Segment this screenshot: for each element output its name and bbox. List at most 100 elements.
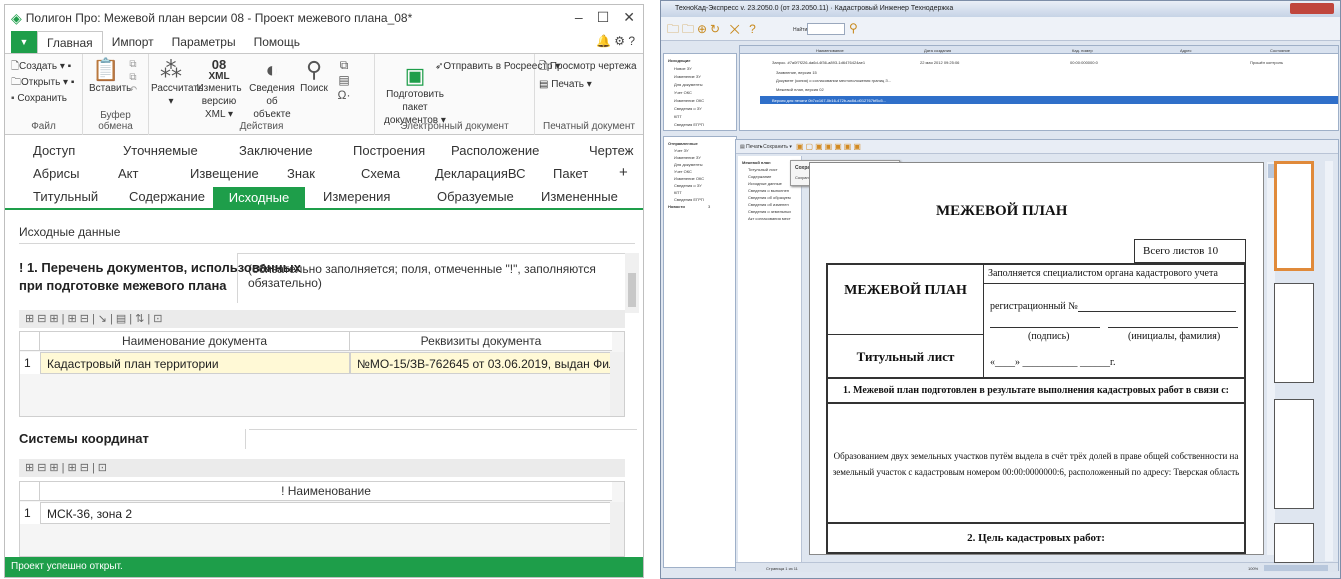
- tab-access[interactable]: Доступ: [33, 143, 75, 158]
- tree-item[interactable]: Сведения о земельных: [748, 209, 791, 214]
- viewer-icons[interactable]: ▣▢▣▣▣▣▣: [796, 142, 863, 151]
- tab-sign[interactable]: Знак: [287, 166, 315, 181]
- search-button[interactable]: ⚲ Поиск: [299, 58, 329, 95]
- tab-formed[interactable]: Образуемые: [437, 189, 514, 204]
- tab-constructions[interactable]: Построения: [353, 143, 425, 158]
- menu-params[interactable]: Параметры: [163, 31, 245, 53]
- coords-grid-toolbar[interactable]: ⊞⊟⊞|⊞⊟|⊡: [19, 459, 625, 477]
- open-folder-icon: 🗀: [11, 77, 21, 88]
- tab-drawing[interactable]: Чертеж: [589, 143, 633, 158]
- object-info-button[interactable]: ◐ Сведения об объекте: [247, 58, 297, 121]
- tab-conclusion[interactable]: Заключение: [239, 143, 313, 158]
- tree-item[interactable]: Исходные данные: [748, 181, 782, 186]
- preview-drawing-button[interactable]: 🗋 Просмотр чертежа: [539, 60, 637, 73]
- menu-help[interactable]: Помощь: [245, 31, 309, 53]
- page-thumbnail-3[interactable]: [1274, 399, 1314, 509]
- save-button[interactable]: ▪ Сохранить ▾: [760, 144, 792, 150]
- tree-item[interactable]: Титульный лист: [748, 167, 778, 172]
- prepare-package-button[interactable]: ▣ Подготовить пакет документов ▾: [379, 64, 451, 127]
- menu-import[interactable]: Импорт: [103, 31, 163, 53]
- close-button[interactable]: ✕: [623, 9, 635, 26]
- tab-contents[interactable]: Содержание: [129, 189, 205, 204]
- docs-scrollbar[interactable]: [610, 352, 624, 416]
- zoom-slider[interactable]: [1264, 565, 1328, 571]
- tab-abrises[interactable]: Абрисы: [33, 166, 79, 181]
- tree-item[interactable]: Сведения об образуем: [748, 195, 791, 200]
- symbols-icons[interactable]: ⧉ ▤ Ω·: [333, 58, 355, 103]
- tree-item[interactable]: КПТ: [674, 114, 682, 119]
- tree-item[interactable]: Новое ЗУ: [674, 66, 692, 71]
- tree-item[interactable]: Изменение ЗУ: [674, 74, 701, 79]
- file-group: 🗋Создать ▾ ▪ 🗀Открыть ▾ ▪ ▪ Сохранить Фа…: [5, 54, 83, 135]
- tree-item[interactable]: Межевой план: [742, 160, 771, 165]
- tree-item[interactable]: Для документы: [674, 82, 703, 87]
- page-thumbnail-4[interactable]: [1274, 523, 1314, 563]
- tree-item[interactable]: Сведения ЕГРП: [674, 122, 704, 127]
- tree-item[interactable]: Акт согласования мест: [748, 216, 791, 221]
- window-controls[interactable]: [1290, 3, 1334, 14]
- list-row[interactable]: Межевой план, версия 02: [776, 87, 824, 92]
- tree-item[interactable]: Для документы: [674, 162, 703, 167]
- maximize-button[interactable]: ☐: [597, 9, 610, 26]
- open-button[interactable]: 🗀Открыть ▾ ▪: [11, 76, 74, 89]
- section-scrollbar[interactable]: [625, 253, 639, 313]
- tab-location[interactable]: Расположение: [451, 143, 539, 158]
- docs-grid-toolbar[interactable]: ⊞⊟⊞|⊞⊟|↘|▤|⇅|⊡: [19, 310, 625, 328]
- thumbs-scrollbar[interactable]: [1325, 161, 1333, 561]
- tab-notice[interactable]: Извещение: [190, 166, 259, 181]
- list-row[interactable]: Документ (копия) о согласовании местопол…: [776, 78, 891, 83]
- menu-home[interactable]: Главная: [37, 31, 103, 53]
- tab-source[interactable]: Исходные: [213, 187, 305, 208]
- minimize-button[interactable]: –: [575, 9, 583, 26]
- tree-item[interactable]: Изменение ОКС: [674, 98, 704, 103]
- add-tab-button[interactable]: +: [619, 164, 628, 181]
- tree-item[interactable]: Сведения об изменен: [748, 202, 789, 207]
- tree-item[interactable]: Содержание: [748, 174, 771, 179]
- doc-details-cell[interactable]: №МО-15/ЗВ-762645 от 03.06.2019, выдан Фи…: [350, 352, 612, 374]
- tree-item[interactable]: Сведения ЕГРП: [674, 197, 704, 202]
- toolbar-icons[interactable]: 🗀🗀⊕↻ ✕ ?: [667, 20, 759, 41]
- tree-item[interactable]: Отправленные: [668, 141, 698, 146]
- clipboard-group-label: Буфер обмена: [98, 110, 133, 132]
- change-version-button[interactable]: 08 XML Изменить версию XML ▾: [193, 58, 245, 121]
- copy-undo-icons[interactable]: ⧉ ⧉ ↶: [125, 58, 141, 97]
- tree-item[interactable]: Новости: [668, 204, 685, 209]
- sign-label: (подпись): [1028, 331, 1070, 342]
- print-button[interactable]: ▤ Печать ▾: [539, 78, 592, 91]
- quick-access-dropdown[interactable]: ▼: [11, 31, 37, 53]
- tab-title[interactable]: Титульный: [33, 189, 98, 204]
- tree-item[interactable]: Сведения о выполнен: [748, 188, 789, 193]
- tree-item[interactable]: Изменение ОКС: [674, 176, 704, 181]
- tab-scheme[interactable]: Схема: [361, 166, 400, 181]
- report-page: МЕЖЕВОЙ ПЛАН Всего листов 10 МЕЖЕВОЙ ПЛА…: [809, 162, 1264, 555]
- settings-help-icons[interactable]: 🔔 ⚙ ?: [596, 34, 635, 48]
- coord-name-cell[interactable]: МСК-36, зона 2: [40, 502, 612, 524]
- tree-item[interactable]: Учет ОКС: [674, 169, 692, 174]
- tree-item[interactable]: Изменение ЗУ: [674, 155, 701, 160]
- tab-package[interactable]: Пакет: [553, 166, 588, 181]
- tab-refined[interactable]: Уточняемые: [123, 143, 198, 158]
- tab-act[interactable]: Акт: [118, 166, 138, 181]
- tree-item[interactable]: Учет ЗУ: [674, 148, 689, 153]
- tree-item[interactable]: Учет ОКС: [674, 90, 692, 95]
- calc-button[interactable]: ⁂ Рассчитать ▾: [151, 58, 203, 108]
- tree-item[interactable]: КПТ: [674, 190, 682, 195]
- doc-name-cell[interactable]: Кадастровый план территории: [40, 352, 350, 374]
- save-button[interactable]: ▪ Сохранить: [11, 92, 67, 105]
- page-thumbnail-1[interactable]: [1274, 161, 1314, 271]
- list-row[interactable]: Заявление, версия 15: [776, 70, 817, 75]
- search-input[interactable]: [807, 23, 845, 35]
- tree-item[interactable]: Сведения о ЗУ: [674, 183, 702, 188]
- tab-declaration[interactable]: ДекларацияВС: [435, 166, 526, 181]
- tree-item[interactable]: Исходящие: [668, 58, 691, 63]
- paste-button[interactable]: 📋 Вставить: [89, 58, 131, 95]
- page-thumbnail-2[interactable]: [1274, 283, 1314, 383]
- create-button[interactable]: 🗋Создать ▾ ▪: [11, 60, 71, 73]
- tree-item[interactable]: Сведения о ЗУ: [674, 106, 702, 111]
- coords-scrollbar[interactable]: [610, 502, 624, 556]
- news-count: 3: [708, 204, 711, 209]
- selected-row[interactable]: Версия для печати 0b7cc167-0b16-472b-ac8…: [760, 96, 1338, 104]
- tab-changed[interactable]: Измененные: [541, 189, 618, 204]
- search-icon[interactable]: ⚲: [849, 21, 858, 35]
- tab-measurements[interactable]: Измерения: [323, 189, 390, 204]
